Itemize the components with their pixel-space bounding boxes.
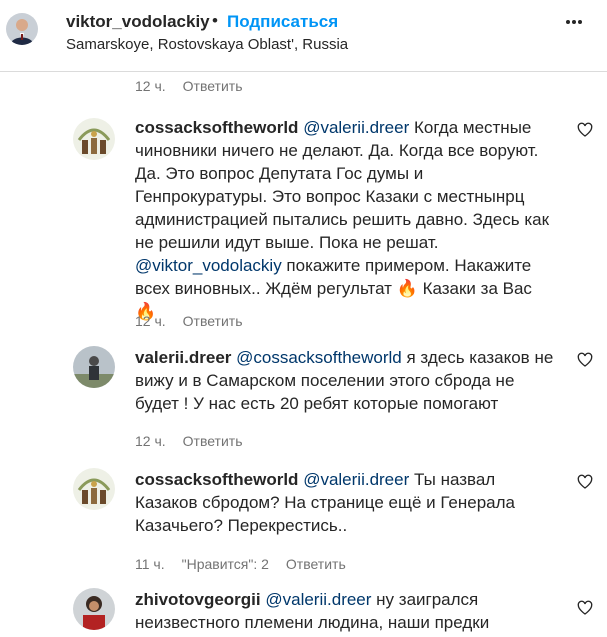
comment-meta: 12 ч. Ответить xyxy=(135,313,260,329)
post-location[interactable]: Samarskoye, Rostovskaya Oblast', Russia xyxy=(66,36,348,53)
comment-time: 12 ч. xyxy=(135,433,166,449)
comment-meta: 12 ч. Ответить xyxy=(135,78,260,94)
commenter-avatar[interactable] xyxy=(73,346,115,388)
comment-username[interactable]: cossacksoftheworld xyxy=(135,470,298,489)
comment-time: 12 ч. xyxy=(135,313,166,329)
reply-button[interactable]: Ответить xyxy=(183,433,243,449)
reply-button[interactable]: Ответить xyxy=(183,78,243,94)
like-heart-icon[interactable] xyxy=(577,352,593,368)
comment-mention[interactable]: @valerii.dreer xyxy=(303,118,409,137)
comment-mention-2[interactable]: @viktor_vodolackiy xyxy=(135,256,282,275)
comment-username[interactable]: valerii.dreer xyxy=(135,348,231,367)
comment-meta: 12 ч. Ответить xyxy=(135,433,260,449)
header-separator: • xyxy=(212,11,218,30)
comment-body-3: Казаки за Вас xyxy=(417,279,532,298)
reply-button[interactable]: Ответить xyxy=(183,313,243,329)
commenter-avatar[interactable] xyxy=(73,588,115,630)
comment-text: zhivotovgeorgii @valerii.dreer ну заигра… xyxy=(135,588,555,634)
comment-time: 12 ч. xyxy=(135,78,166,94)
author-avatar[interactable] xyxy=(6,13,38,45)
like-heart-icon[interactable] xyxy=(577,600,593,616)
comment-username[interactable]: cossacksoftheworld xyxy=(135,118,298,137)
comment-meta: 11 ч. "Нравится": 2 Ответить xyxy=(135,556,363,572)
comment-body: Когда местные чиновники ничего не делают… xyxy=(135,118,550,252)
post-header: viktor_vodolackiy • Подписаться Samarsko… xyxy=(0,0,607,72)
author-username[interactable]: viktor_vodolackiy xyxy=(66,12,210,32)
comment-mention[interactable]: @valerii.dreer xyxy=(265,590,371,609)
fire-emoji-icon: 🔥 xyxy=(396,279,418,298)
comment-text: cossacksoftheworld @valerii.dreer Когда … xyxy=(135,116,555,323)
more-options-icon[interactable] xyxy=(566,20,582,24)
comment-username[interactable]: zhivotovgeorgii xyxy=(135,590,261,609)
likes-count[interactable]: "Нравится": 2 xyxy=(182,556,269,572)
commenter-avatar[interactable] xyxy=(73,118,115,160)
like-heart-icon[interactable] xyxy=(577,122,593,138)
comment-time: 11 ч. xyxy=(135,556,165,572)
comment-mention[interactable]: @valerii.dreer xyxy=(303,470,409,489)
comment-text: valerii.dreer @cossacksoftheworld я здес… xyxy=(135,346,555,415)
commenter-avatar[interactable] xyxy=(73,468,115,510)
like-heart-icon[interactable] xyxy=(577,474,593,490)
comment-text: cossacksoftheworld @valerii.dreer Ты наз… xyxy=(135,468,555,537)
follow-button[interactable]: Подписаться xyxy=(227,12,338,32)
reply-button[interactable]: Ответить xyxy=(286,556,346,572)
comment-mention[interactable]: @cossacksoftheworld xyxy=(236,348,402,367)
